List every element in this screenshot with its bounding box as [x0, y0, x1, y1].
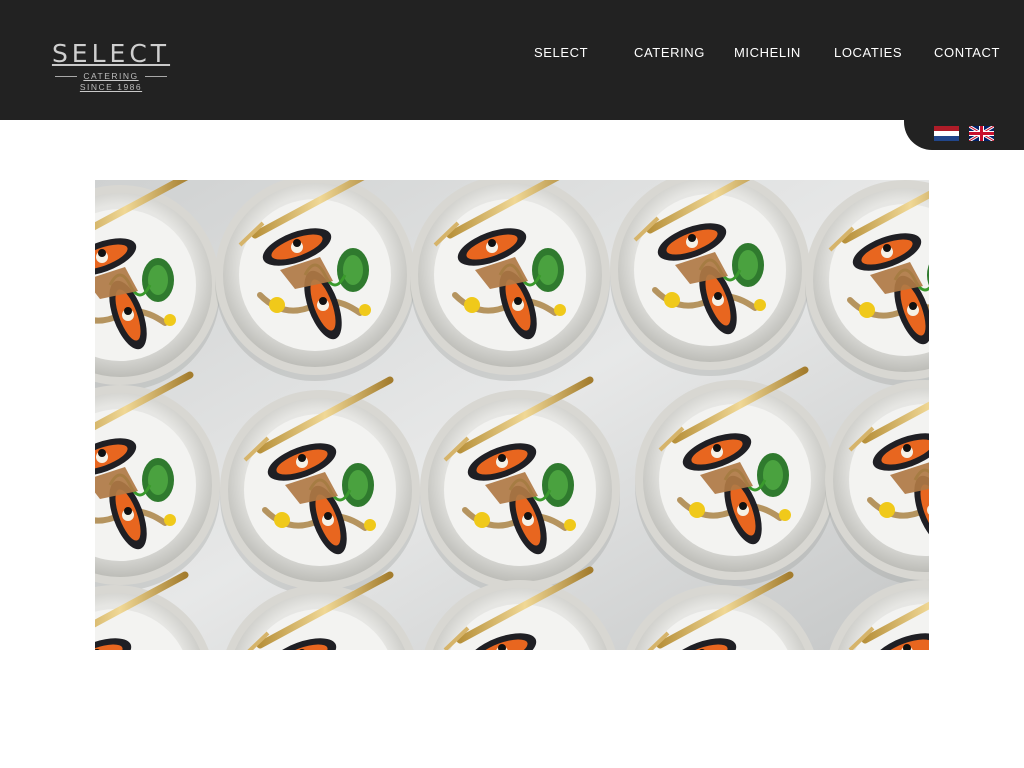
netherlands-flag-icon[interactable] [934, 126, 959, 141]
logo-rule-left [55, 75, 78, 77]
hero-image [95, 180, 929, 650]
plated-mussel-dishes-photo [95, 180, 929, 650]
logo-subtitle: CATERING [83, 71, 139, 81]
plate-2 [215, 180, 415, 381]
nav-item-michelin[interactable]: MICHELIN [734, 45, 801, 61]
nav-item-select[interactable]: SELECT [534, 45, 588, 61]
logo-tagline-row: CATERING [50, 71, 172, 81]
language-switcher [904, 120, 1024, 150]
logo-wordmark: SELECT [51, 39, 171, 68]
nav-item-contact[interactable]: CONTACT [934, 45, 1000, 61]
uk-flag-icon[interactable] [969, 126, 994, 141]
logo-rule-right [144, 75, 167, 77]
site-header: SELECT CATERING SINCE 1986 SELECT CATERI… [0, 0, 1024, 120]
nav-item-locaties[interactable]: LOCATIES [834, 45, 902, 61]
plate-4 [610, 180, 810, 376]
logo-since: SINCE 1986 [79, 82, 143, 92]
site-logo[interactable]: SELECT CATERING SINCE 1986 [50, 40, 172, 94]
plate-3 [410, 180, 610, 381]
nav-item-catering[interactable]: CATERING [634, 45, 705, 61]
